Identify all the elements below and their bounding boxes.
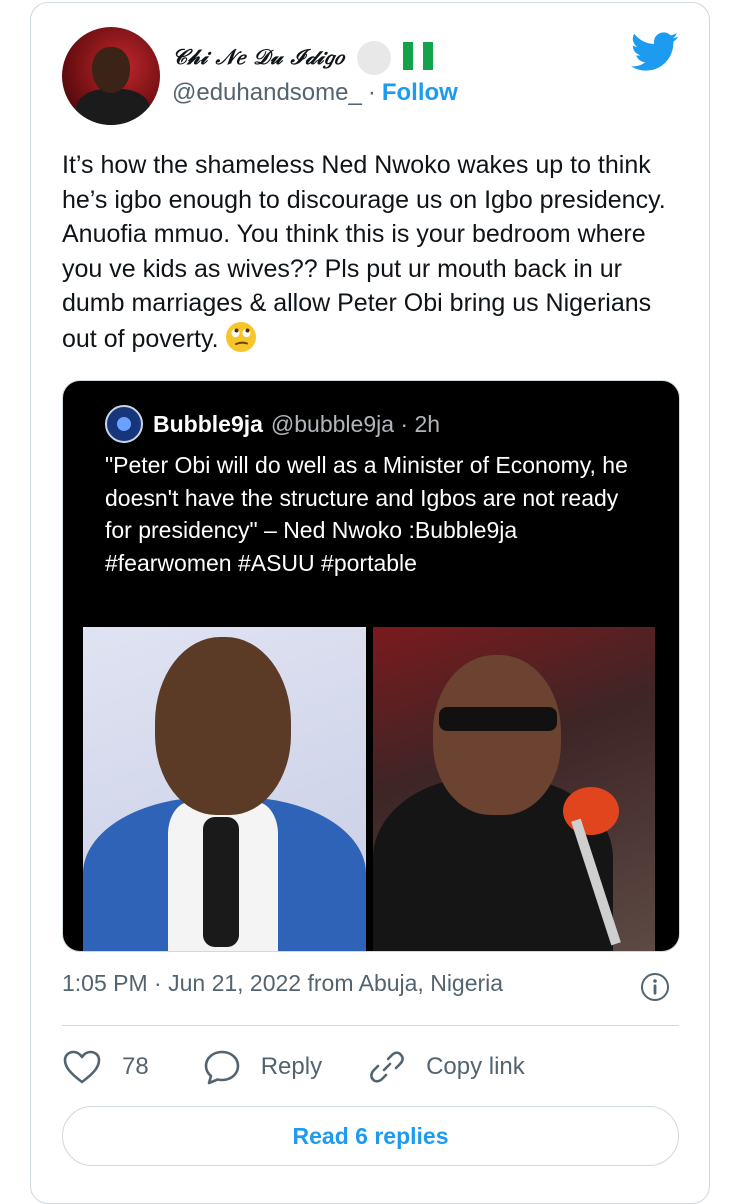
author-avatar[interactable] (62, 27, 160, 125)
tweet-text: It’s how the shameless Ned Nwoko wakes u… (62, 151, 666, 353)
like-button[interactable]: 78 (62, 1049, 149, 1085)
ned-nwoko-photo (83, 627, 366, 951)
reply-button[interactable]: Reply (203, 1049, 322, 1085)
separator-dot: · (367, 79, 376, 106)
author-handle[interactable]: @eduhandsome_ (172, 79, 362, 106)
info-icon[interactable] (640, 972, 670, 1002)
author-handle-row: @eduhandsome_ · Follow (172, 79, 458, 107)
quoted-tweet-screenshot: Bubble9ja @bubble9ja · 2h "Peter Obi wil… (83, 381, 655, 951)
grey-circle-icon (357, 41, 391, 75)
twitter-bird-icon[interactable] (630, 32, 680, 72)
reply-label: Reply (260, 1053, 323, 1080)
link-icon (370, 1051, 404, 1083)
quoted-tweet-text: "Peter Obi will do well as a Minister of… (105, 452, 628, 576)
heart-icon (63, 1050, 101, 1084)
divider (62, 1025, 679, 1026)
quoted-tweet-header: Bubble9ja @bubble9ja · 2h (105, 405, 440, 443)
author-display-name[interactable]: 𝒞𝒽𝒾 𝒩𝑒 𝒟𝓊 ℐ𝒹𝒾𝑔𝑜 (172, 44, 344, 70)
like-count: 78 (122, 1053, 149, 1080)
quoted-avatar (105, 405, 143, 443)
nigeria-flag-icon (403, 42, 433, 70)
action-bar: 78 Reply Copy link (62, 1045, 559, 1089)
peter-obi-photo (373, 627, 655, 951)
tweet-text-block: It’s how the shameless Ned Nwoko wakes u… (62, 148, 682, 356)
face-with-rolling-eyes-emoji (225, 321, 256, 352)
speech-bubble-icon (204, 1050, 240, 1085)
embedded-image[interactable]: Bubble9ja @bubble9ja · 2h "Peter Obi wil… (62, 380, 680, 952)
tweet-timestamp[interactable]: 1:05 PM · Jun 21, 2022 from Abuja, Niger… (62, 970, 503, 997)
follow-button[interactable]: Follow (382, 79, 458, 106)
copy-link-label: Copy link (426, 1053, 525, 1080)
quoted-author-meta: @bubble9ja · 2h (270, 410, 441, 437)
read-replies-button[interactable]: Read 6 replies (62, 1106, 679, 1166)
quoted-author-name: Bubble9ja (153, 410, 263, 437)
copy-link-button[interactable]: Copy link (368, 1048, 525, 1086)
